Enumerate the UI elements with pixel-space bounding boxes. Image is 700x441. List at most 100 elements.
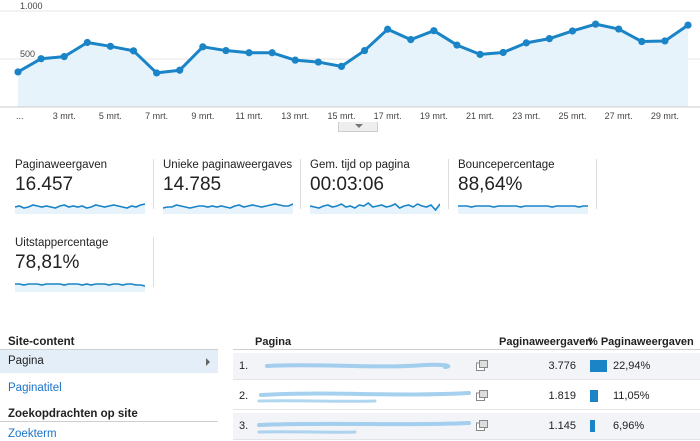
metric-gem-tijd-op-pagina[interactable]: Gem. tijd op pagina 00:03:06 xyxy=(310,159,450,214)
data-point[interactable] xyxy=(522,39,530,47)
row-pct: 22,94% xyxy=(613,360,651,372)
data-point[interactable] xyxy=(199,43,207,51)
divider xyxy=(153,237,154,287)
data-point[interactable] xyxy=(430,27,438,35)
divider xyxy=(448,159,449,209)
metric-sparkline xyxy=(458,205,588,214)
metric-sparkline xyxy=(15,283,145,292)
row-views: 1.145 xyxy=(548,420,576,432)
nav-item-pagina[interactable]: Pagina xyxy=(0,350,218,373)
data-point[interactable] xyxy=(615,25,623,33)
x-tick-label: 17 mrt. xyxy=(374,111,402,121)
external-link-icon[interactable] xyxy=(476,420,488,431)
data-point[interactable] xyxy=(407,36,415,44)
table-row[interactable]: 3. 1.145 6,96% xyxy=(233,413,700,440)
dimension-nav: Site-content Pagina Paginatitel Zoekopdr… xyxy=(0,330,218,441)
data-point[interactable] xyxy=(360,46,369,55)
x-tick-label: 19 mrt. xyxy=(420,111,448,121)
row-number: 2. xyxy=(239,390,249,402)
nav-item-zoekterm[interactable]: Zoekterm xyxy=(0,423,218,441)
x-tick-label: 9 mrt. xyxy=(191,111,214,121)
nav-heading-site-content: Site-content xyxy=(0,330,218,350)
row-views: 1.819 xyxy=(548,390,576,402)
data-point[interactable] xyxy=(222,46,230,55)
data-point[interactable] xyxy=(568,27,577,35)
metric-bouncepercentage[interactable]: Bouncepercentage 88,64% xyxy=(458,159,598,214)
data-point[interactable] xyxy=(314,58,322,66)
data-point[interactable] xyxy=(153,69,161,77)
row-number: 1. xyxy=(239,360,249,372)
data-point[interactable] xyxy=(638,37,646,46)
nav-item-label: Pagina xyxy=(8,355,44,367)
data-point[interactable] xyxy=(129,47,138,55)
metric-sparkline xyxy=(310,201,440,214)
external-link-icon[interactable] xyxy=(476,390,488,401)
table-header: Pagina Paginaweergaven % Paginaweergaven xyxy=(233,330,700,350)
col-header-pct-paginaweergaven[interactable]: % Paginaweergaven xyxy=(588,336,694,348)
x-tick-label: 7 mrt. xyxy=(145,111,168,121)
metric-unieke-paginaweergaves[interactable]: Unieke paginaweergaves 14.785 xyxy=(163,159,303,214)
pages-table: Pagina Paginaweergaven % Paginaweergaven… xyxy=(233,330,700,440)
chart-collapse-handle[interactable] xyxy=(338,122,378,132)
blurred-page-url[interactable] xyxy=(255,417,485,437)
data-point[interactable] xyxy=(106,42,115,50)
data-point[interactable] xyxy=(499,48,507,57)
sparkline-area xyxy=(163,204,293,214)
row-number: 3. xyxy=(239,420,249,432)
table-row[interactable]: 2. 1.819 11,05% xyxy=(233,383,700,410)
data-point[interactable] xyxy=(291,56,299,64)
pct-bar xyxy=(590,360,607,372)
metric-value: 16.457 xyxy=(15,174,74,195)
divider xyxy=(596,159,597,209)
x-tick-label: 15 mrt. xyxy=(327,111,355,121)
x-tick-label: 21 mrt. xyxy=(466,111,494,121)
y-tick-label: 500 xyxy=(20,49,35,59)
x-tick-label: 29 mrt. xyxy=(651,111,679,121)
metric-value: 14.785 xyxy=(163,174,222,195)
data-point[interactable] xyxy=(14,68,22,76)
metric-value: 88,64% xyxy=(458,174,523,195)
nav-item-paginatitel[interactable]: Paginatitel xyxy=(0,377,218,400)
x-tick-label: 3 mrt. xyxy=(53,111,76,121)
external-link-icon[interactable] xyxy=(476,360,488,371)
metric-label: Paginaweergaven xyxy=(15,159,108,171)
x-tick-label: 27 mrt. xyxy=(605,111,633,121)
data-point[interactable] xyxy=(591,20,600,28)
data-point[interactable] xyxy=(37,55,45,63)
row-pct: 6,96% xyxy=(613,420,645,432)
metric-uitstappercentage[interactable]: Uitstappercentage 78,81% xyxy=(15,237,155,292)
metric-paginaweergaven[interactable]: Paginaweergaven 16.457 xyxy=(15,159,155,214)
divider xyxy=(153,159,154,209)
x-tick-label: 23 mrt. xyxy=(512,111,540,121)
x-tick-label: 13 mrt. xyxy=(281,111,309,121)
data-point[interactable] xyxy=(176,66,184,74)
nav-heading-zoekopdrachten: Zoekopdrachten op site xyxy=(0,402,218,422)
row-pct: 11,05% xyxy=(613,390,650,402)
data-point[interactable] xyxy=(337,62,346,70)
data-point[interactable] xyxy=(545,35,553,43)
data-point[interactable] xyxy=(453,41,461,49)
data-point[interactable] xyxy=(684,21,692,29)
table-row[interactable]: 1. 3.776 22,94% xyxy=(233,353,700,380)
x-tick-label: 11 mrt. xyxy=(235,111,262,121)
metric-sparkline xyxy=(15,203,145,214)
x-tick-label: ... xyxy=(16,111,24,121)
chevron-right-icon xyxy=(206,358,210,366)
metric-sparkline xyxy=(163,203,293,214)
data-point[interactable] xyxy=(245,49,253,57)
blurred-page-url[interactable] xyxy=(255,357,485,377)
data-point[interactable] xyxy=(476,50,484,58)
data-point[interactable] xyxy=(384,25,392,33)
data-point[interactable] xyxy=(83,38,91,47)
col-header-paginaweergaven[interactable]: Paginaweergaven xyxy=(499,336,592,348)
data-point[interactable] xyxy=(268,49,276,57)
pct-bar xyxy=(590,420,596,432)
metric-label: Bouncepercentage xyxy=(458,159,555,171)
col-header-pagina[interactable]: Pagina xyxy=(255,336,291,348)
blurred-page-url[interactable] xyxy=(255,387,485,407)
pct-bar xyxy=(590,390,599,402)
divider xyxy=(300,159,301,209)
data-point[interactable] xyxy=(60,53,68,61)
row-views: 3.776 xyxy=(548,360,576,372)
data-point[interactable] xyxy=(661,37,669,45)
